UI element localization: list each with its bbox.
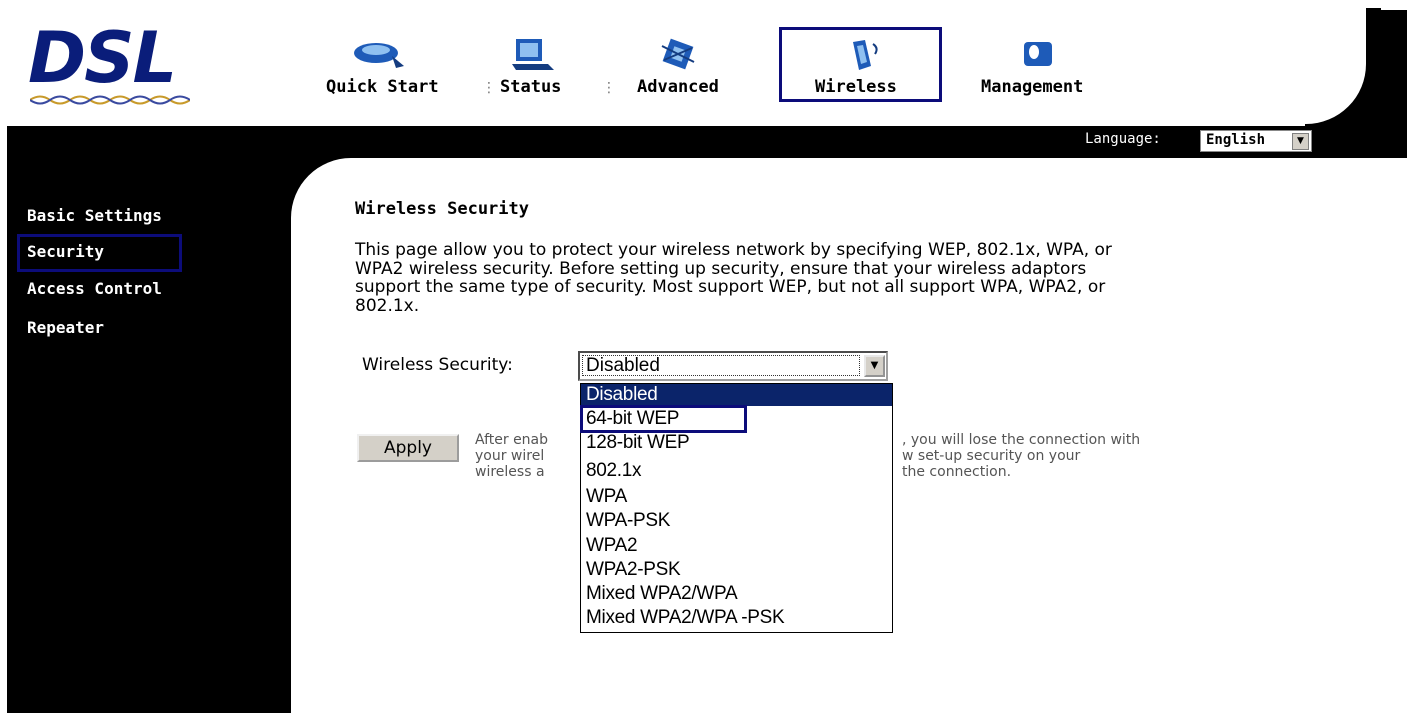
quick-start-icon	[354, 43, 404, 68]
note-line: After enab	[475, 432, 549, 448]
language-value: English	[1206, 132, 1266, 148]
option-mixed-wpa2-wpa[interactable]: Mixed WPA2/WPA	[586, 583, 738, 605]
option-mixed-wpa2-wpa-psk[interactable]: Mixed WPA2/WPA -PSK	[586, 607, 785, 629]
security-label: Wireless Security:	[362, 355, 513, 375]
option-wpa2-psk[interactable]: WPA2-PSK	[586, 559, 681, 581]
intro-text: This page allow you to protect your wire…	[355, 241, 1395, 315]
note-line: , you will lose the connection with	[902, 432, 1141, 448]
note-line: the connection.	[902, 464, 1012, 480]
logo: DSL	[28, 17, 177, 99]
option-64-bit-wep-highlight	[580, 405, 747, 433]
management-icon	[1024, 42, 1052, 66]
tab-quick-start[interactable]: Quick Start	[326, 77, 439, 97]
note-line: w set-up security on your	[902, 448, 1081, 464]
page-title: Wireless Security	[355, 199, 529, 219]
sidebar-security-highlight	[17, 234, 182, 272]
intro-line: 802.1x.	[355, 295, 420, 316]
sidebar-item-basic-settings[interactable]: Basic Settings	[27, 206, 162, 225]
apply-button[interactable]: Apply	[357, 434, 459, 462]
intro-line: support the same type of security. Most …	[355, 277, 1106, 297]
intro-line: WPA2 wireless security. Before setting u…	[355, 258, 1087, 279]
tab-status[interactable]: Status	[500, 77, 561, 97]
note-line: your wirel	[475, 448, 545, 464]
option-128-bit-wep[interactable]: 128-bit WEP	[586, 432, 690, 454]
sidebar-item-access-control[interactable]: Access Control	[27, 279, 162, 298]
chevron-down-icon[interactable]: ▼	[864, 355, 885, 377]
logo-wave-icon	[30, 95, 190, 105]
tab-management[interactable]: Management	[981, 77, 1083, 97]
intro-line: This page allow you to protect your wire…	[355, 240, 1112, 260]
option-disabled[interactable]: Disabled	[586, 384, 658, 406]
option-wpa2[interactable]: WPA2	[586, 535, 638, 557]
right-edge	[1380, 10, 1407, 158]
tab-separator: ⋮	[482, 80, 496, 96]
tab-wireless-highlight	[779, 27, 942, 102]
security-select-value: Disabled	[586, 355, 660, 376]
status-icon	[512, 39, 554, 70]
chevron-down-icon[interactable]: ▼	[1292, 133, 1309, 150]
option-wpa-psk[interactable]: WPA-PSK	[586, 510, 670, 532]
tab-advanced[interactable]: Advanced	[637, 77, 719, 97]
language-label: Language:	[1085, 131, 1161, 147]
note-line: wireless a	[475, 464, 545, 480]
top-border	[0, 0, 1407, 8]
tab-separator: ⋮	[602, 80, 616, 96]
option-wpa[interactable]: WPA	[586, 486, 627, 508]
option-802-1x[interactable]: 802.1x	[586, 460, 642, 482]
advanced-icon	[661, 38, 695, 70]
sidebar-item-repeater[interactable]: Repeater	[27, 318, 104, 337]
language-bar	[7, 126, 1381, 158]
